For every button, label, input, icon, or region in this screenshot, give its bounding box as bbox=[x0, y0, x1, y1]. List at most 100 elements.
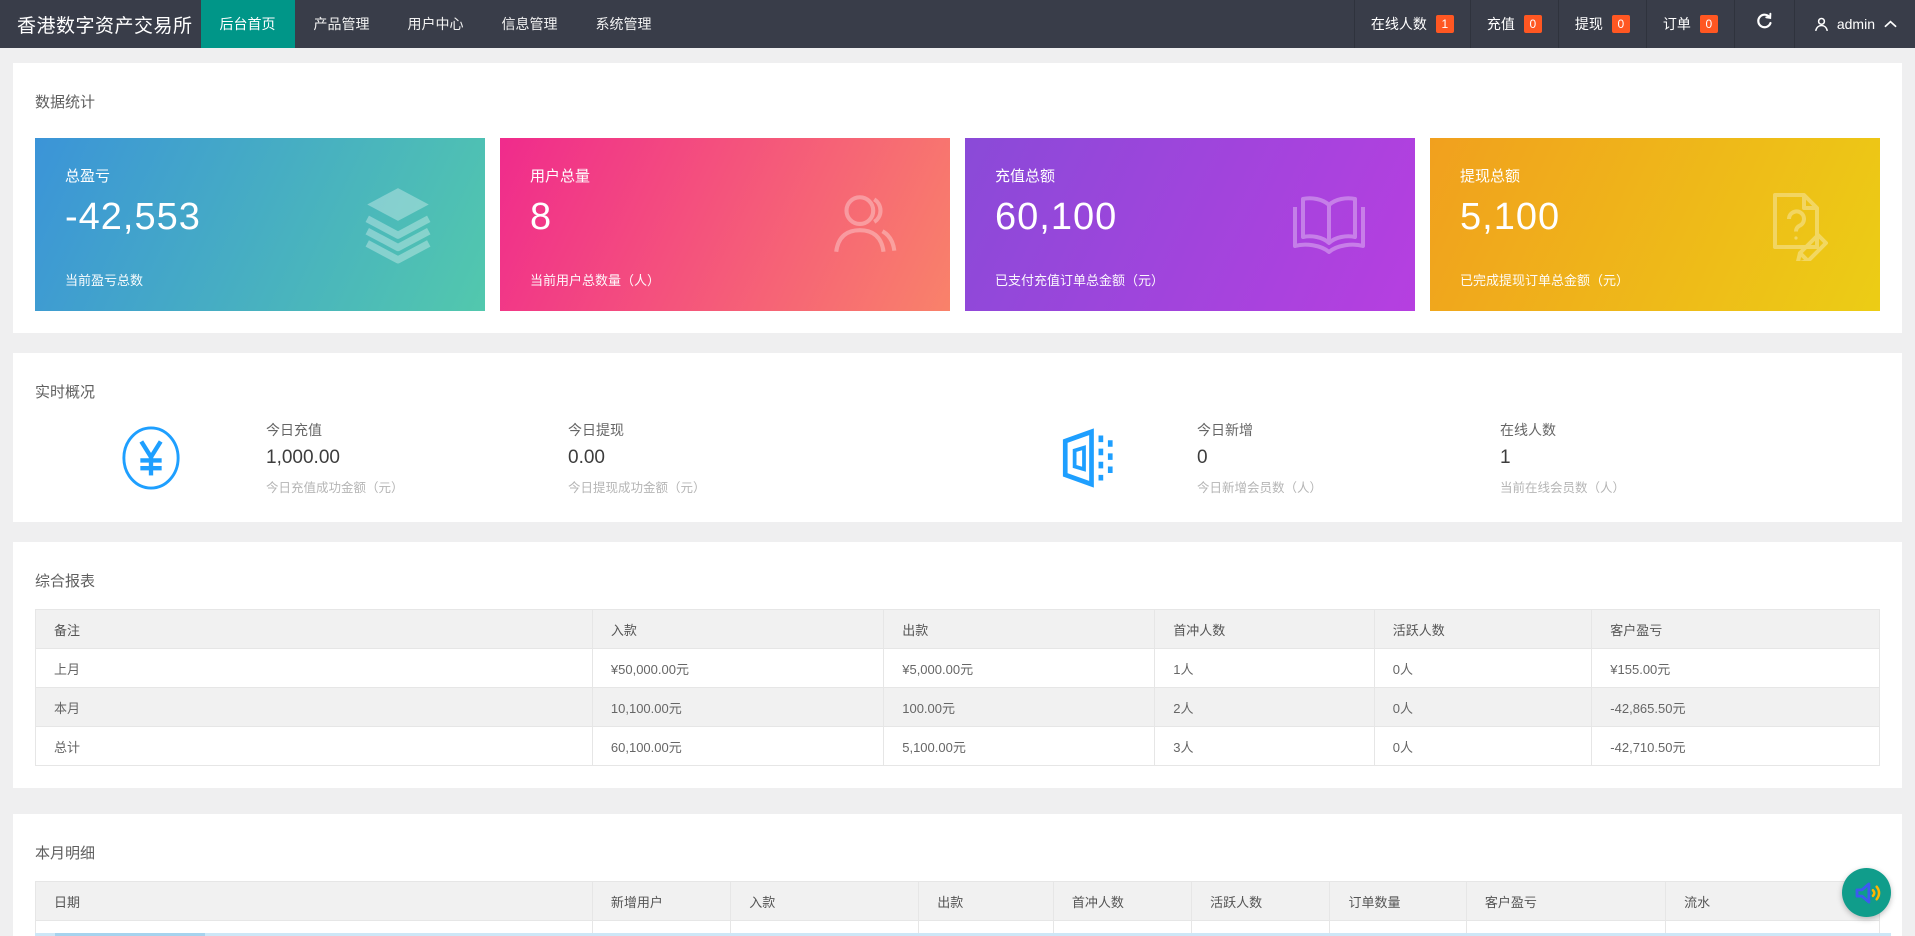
stat-card-2: 充值总额 60,100 已支付充值订单总金额（元） bbox=[965, 138, 1415, 311]
realtime-item-2: 今日新增 0 今日新增会员数（人） bbox=[1197, 420, 1500, 496]
speaker-icon bbox=[1852, 878, 1882, 908]
stats-panel: 数据统计 总盈亏 -42,553 当前盈亏总数 用户总量 8 当前用户总数量（人） 充值总额… bbox=[13, 63, 1902, 333]
column-header: 出款 bbox=[918, 881, 1054, 921]
detail-section-title: 本月明细 bbox=[35, 845, 96, 862]
sound-toggle-button[interactable] bbox=[1842, 868, 1891, 917]
table-cell: 上月 bbox=[35, 648, 593, 688]
table-cell: -42,865.50元 bbox=[1591, 687, 1880, 727]
counter-label: 充值 bbox=[1486, 16, 1515, 32]
navbar-counters: 在线人数 1 充值 0 提现 0 订单 0 bbox=[1353, 0, 1734, 48]
column-header: 日期 bbox=[35, 881, 593, 921]
table-cell: ¥5,000.00元 bbox=[883, 648, 1156, 688]
dashboard-content: 数据统计 总盈亏 -42,553 当前盈亏总数 用户总量 8 当前用户总数量（人） 充值总额… bbox=[0, 48, 1915, 936]
realtime-item-1: 今日提现 0.00 今日提现成功金额（元） bbox=[568, 420, 1054, 496]
stat-cards: 总盈亏 -42,553 当前盈亏总数 用户总量 8 当前用户总数量（人） 充值总额 60,10… bbox=[35, 138, 1880, 311]
column-header: 入款 bbox=[591, 609, 885, 649]
table-cell: 0人 bbox=[1373, 726, 1593, 766]
realtime-label: 今日提现 bbox=[568, 422, 624, 438]
username: admin bbox=[1836, 16, 1875, 32]
table-cell: 100.00元 bbox=[883, 687, 1156, 727]
table-cell: 1人 bbox=[1154, 648, 1375, 688]
card-title: 提现总额 bbox=[1460, 168, 1521, 185]
document-question-icon bbox=[1760, 189, 1832, 265]
detail-panel: 本月明细 日期新增用户入款出款首冲人数活跃人数订单数量客户盈亏流水2023-02… bbox=[13, 814, 1902, 936]
realtime-value: 0 bbox=[1197, 447, 1208, 468]
column-header: 客户盈亏 bbox=[1591, 609, 1880, 649]
refresh-icon bbox=[1755, 12, 1774, 36]
table-header-row: 日期 新增用户 入款 出款 首冲人数 活跃人数 订单数量 客户盈亏 流水 bbox=[35, 881, 1880, 921]
chevron-up-icon bbox=[1884, 20, 1897, 28]
table-cell: 2人 bbox=[1154, 687, 1375, 727]
nav-item-2[interactable]: 用户中心 bbox=[389, 0, 483, 48]
stat-card-1: 用户总量 8 当前用户总数量（人） bbox=[500, 138, 950, 311]
realtime-value: 1,000.00 bbox=[266, 447, 340, 468]
brand-title: 香港数字资产交易所 bbox=[17, 15, 193, 37]
report-section-title: 综合报表 bbox=[35, 573, 96, 590]
card-title: 充值总额 bbox=[995, 168, 1056, 185]
counter-badge: 0 bbox=[1611, 15, 1630, 33]
card-subtitle: 当前用户总数量（人） bbox=[530, 273, 661, 288]
realtime-caption: 今日新增会员数（人） bbox=[1197, 481, 1323, 495]
column-header: 活跃人数 bbox=[1191, 881, 1331, 921]
stat-card-0: 总盈亏 -42,553 当前盈亏总数 bbox=[35, 138, 485, 311]
column-header: 首冲人数 bbox=[1052, 881, 1193, 921]
stats-section-title: 数据统计 bbox=[35, 94, 96, 111]
report-panel: 综合报表 备注 入款 出款 首冲人数 活跃人数 客户盈亏 上月 ¥50,000.00元 ¥5,0… bbox=[13, 542, 1902, 788]
table-cell: 总计 bbox=[35, 726, 593, 766]
column-header: 出款 bbox=[883, 609, 1156, 649]
card-subtitle: 已完成提现订单总金额（元） bbox=[1460, 273, 1630, 288]
layers-icon bbox=[359, 184, 437, 266]
table-row: 本月 10,100.00元 100.00元 2人 0人 -42,865.50元 bbox=[35, 687, 1880, 727]
realtime-item-3: 在线人数 1 当前在线会员数（人） bbox=[1500, 420, 1880, 496]
stat-card-3: 提现总额 5,100 已完成提现订单总金额（元） bbox=[1430, 138, 1880, 311]
realtime-row: 今日充值 1,000.00 今日充值成功金额（元） 今日提现 0.00 今日提现成功金额（… bbox=[35, 416, 1880, 500]
table-cell: 60,100.00元 bbox=[591, 726, 885, 766]
report-table: 备注 入款 出款 首冲人数 活跃人数 客户盈亏 上月 ¥50,000.00元 ¥5,000.00… bbox=[35, 609, 1880, 766]
table-cell: 3人 bbox=[1154, 726, 1375, 766]
door-icon bbox=[1054, 426, 1114, 490]
book-icon bbox=[1291, 191, 1367, 259]
card-subtitle: 已支付充值订单总金额（元） bbox=[995, 273, 1165, 288]
yen-circle-icon bbox=[120, 425, 182, 491]
realtime-section-title: 实时概况 bbox=[35, 384, 96, 401]
realtime-label: 今日新增 bbox=[1197, 422, 1253, 438]
table-cell: 本月 bbox=[35, 687, 593, 727]
table-row: 总计 60,100.00元 5,100.00元 3人 0人 -42,710.50元 bbox=[35, 726, 1880, 766]
realtime-value: 0.00 bbox=[568, 447, 605, 468]
column-header: 入款 bbox=[730, 881, 920, 921]
counter-badge: 0 bbox=[1699, 15, 1718, 33]
table-cell: ¥50,000.00元 bbox=[591, 648, 885, 688]
table-cell: 5,100.00元 bbox=[883, 726, 1156, 766]
refresh-button[interactable] bbox=[1733, 0, 1794, 48]
nav-item-1[interactable]: 产品管理 bbox=[295, 0, 389, 48]
realtime-label: 在线人数 bbox=[1500, 422, 1556, 438]
nav-item-4[interactable]: 系统管理 bbox=[577, 0, 671, 48]
counter-badge: 0 bbox=[1523, 15, 1542, 33]
column-header: 首冲人数 bbox=[1154, 609, 1375, 649]
table-cell: 0人 bbox=[1373, 648, 1593, 688]
top-navbar: 香港数字资产交易所 后台首页 产品管理 用户中心 信息管理 系统管理 在线人数 1 充值 0 提… bbox=[0, 0, 1915, 48]
main-menu: 后台首页 产品管理 用户中心 信息管理 系统管理 bbox=[200, 0, 671, 48]
detail-table: 日期新增用户入款出款首冲人数活跃人数订单数量客户盈亏流水2023-02-010人… bbox=[35, 881, 1880, 936]
user-menu[interactable]: admin bbox=[1793, 0, 1915, 48]
users-icon bbox=[828, 188, 902, 262]
realtime-caption: 今日提现成功金额（元） bbox=[568, 481, 706, 495]
counter-badge: 1 bbox=[1435, 15, 1454, 33]
realtime-item-0: 今日充值 1,000.00 今日充值成功金额（元） bbox=[266, 420, 568, 496]
table-header-row: 备注 入款 出款 首冲人数 活跃人数 客户盈亏 bbox=[35, 609, 1880, 649]
navbar-counter-2[interactable]: 提现 0 bbox=[1557, 0, 1646, 48]
realtime-caption: 今日充值成功金额（元） bbox=[266, 481, 404, 495]
counter-label: 提现 bbox=[1574, 16, 1603, 32]
nav-item-3[interactable]: 信息管理 bbox=[483, 0, 577, 48]
column-header: 活跃人数 bbox=[1373, 609, 1593, 649]
realtime-value: 1 bbox=[1500, 447, 1511, 468]
counter-label: 订单 bbox=[1662, 16, 1691, 32]
navbar-counter-1[interactable]: 充值 0 bbox=[1469, 0, 1558, 48]
navbar-counter-0[interactable]: 在线人数 1 bbox=[1353, 0, 1470, 48]
realtime-caption: 当前在线会员数（人） bbox=[1500, 481, 1626, 495]
navbar-counter-3[interactable]: 订单 0 bbox=[1645, 0, 1734, 48]
realtime-panel: 实时概况 今日充值 1,000.00 今日充值成功金额（元） 今日提现 0.00 今日提现… bbox=[13, 353, 1902, 522]
column-header: 订单数量 bbox=[1329, 881, 1467, 921]
nav-item-0[interactable]: 后台首页 bbox=[200, 0, 295, 48]
table-row: 上月 ¥50,000.00元 ¥5,000.00元 1人 0人 ¥155.00元 bbox=[35, 648, 1880, 688]
